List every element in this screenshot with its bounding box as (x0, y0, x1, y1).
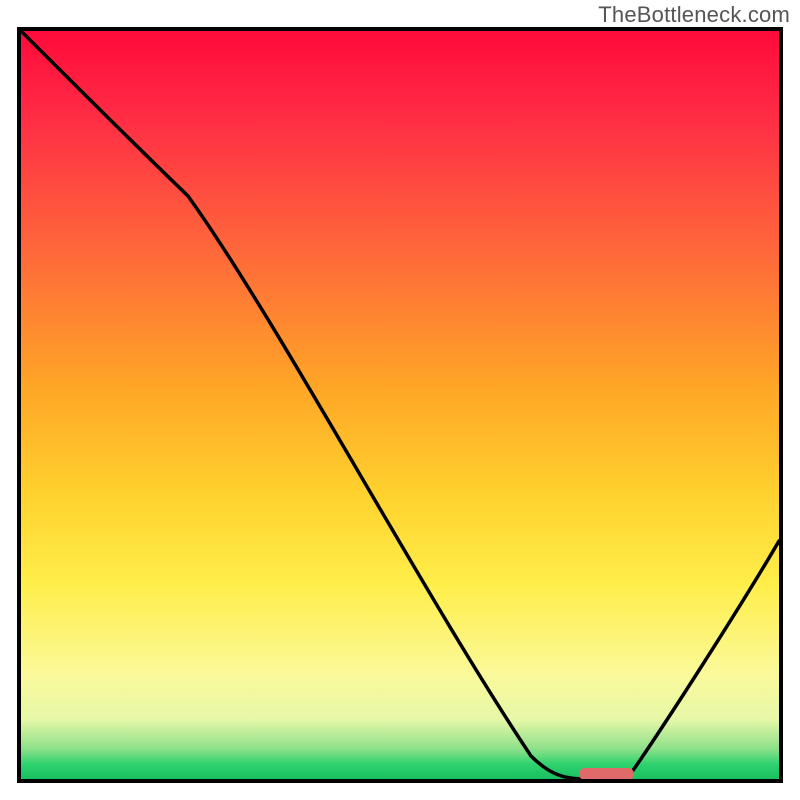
plot-area (17, 27, 783, 783)
watermark-text: TheBottleneck.com (598, 2, 790, 28)
chart-container: TheBottleneck.com (0, 0, 800, 800)
optimal-marker (21, 31, 779, 779)
